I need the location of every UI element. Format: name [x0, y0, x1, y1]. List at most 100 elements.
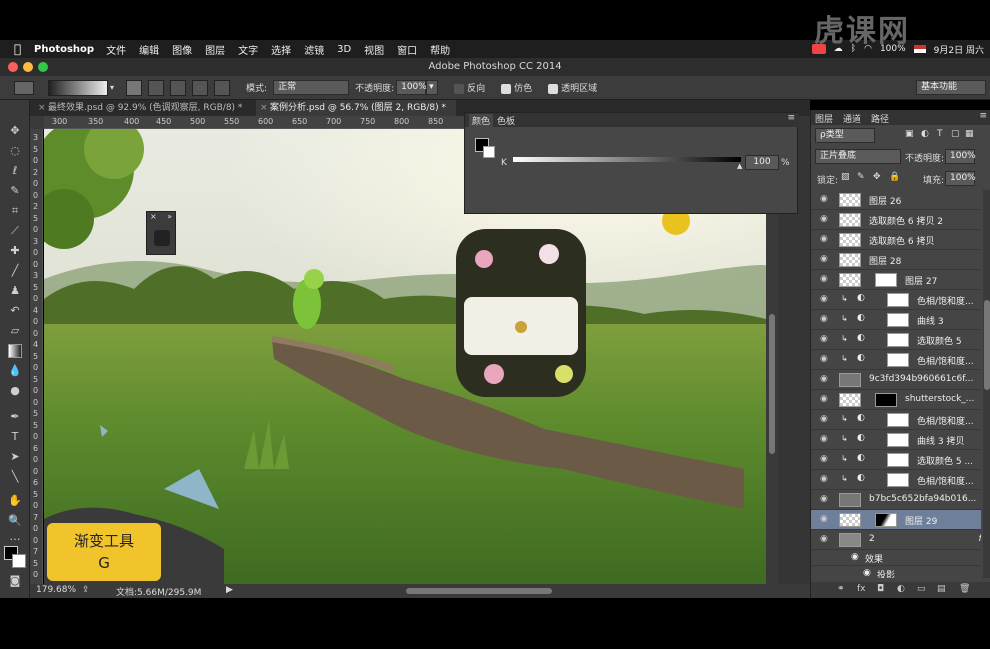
zoom-tool-icon[interactable]: 🔍 — [8, 514, 22, 528]
dither-checkbox[interactable] — [501, 83, 512, 94]
reverse-checkbox[interactable] — [454, 83, 465, 94]
hand-tool-icon[interactable]: ✋ — [8, 494, 22, 508]
layer-row[interactable]: ◉ ↳ ◐ 色相/饱和度... — [811, 410, 981, 430]
layer-mask-thumbnail[interactable] — [887, 453, 909, 467]
visibility-eye-icon[interactable]: ◉ — [820, 254, 828, 264]
eyedropper-tool-icon[interactable]: ⟋ — [8, 224, 22, 238]
tab-swatches[interactable]: 色板 — [497, 114, 515, 127]
layer-opacity-input[interactable]: 100% — [945, 149, 976, 164]
layer-row[interactable]: ◉ 图层 27 — [811, 270, 981, 290]
layer-row[interactable]: ◉ ↳ ◐ 选取颜色 5 ... — [811, 450, 981, 470]
layer-mask-thumbnail[interactable] — [887, 293, 909, 307]
mode-select[interactable]: 正常 — [273, 80, 350, 95]
visibility-eye-icon[interactable]: ◉ — [820, 314, 828, 324]
menu-type[interactable]: 文字 — [238, 42, 258, 57]
effects-eye-icon[interactable]: ◉ — [851, 552, 859, 562]
layer-row[interactable]: ◉ ↳ ◐ 曲线 3 拷贝 — [811, 430, 981, 450]
tab-paths[interactable]: 路径 — [871, 112, 889, 125]
color-panel-menu-icon[interactable]: ≡ — [787, 113, 795, 123]
k-slider[interactable] — [513, 157, 741, 162]
move-tool-icon[interactable]: ✥ — [8, 124, 22, 138]
layer-row[interactable]: ◉ shutterstock_... — [811, 390, 981, 410]
reflected-gradient-icon[interactable] — [192, 79, 209, 96]
new-group-icon[interactable]: ▭ — [917, 584, 926, 594]
lock-pixels-icon[interactable]: ▨ — [841, 172, 850, 182]
radial-gradient-icon[interactable] — [148, 79, 165, 96]
tab-channels[interactable]: 通道 — [843, 112, 861, 125]
menu-help[interactable]: 帮助 — [430, 42, 450, 57]
visibility-eye-icon[interactable]: ◉ — [820, 194, 828, 204]
layer-mask-thumbnail[interactable] — [887, 333, 909, 347]
vertical-scroll-thumb[interactable] — [769, 314, 775, 454]
brush-tool-icon[interactable]: ╱ — [8, 264, 22, 278]
healing-tool-icon[interactable]: ✚ — [8, 244, 22, 258]
close-tab-icon[interactable]: × — [260, 100, 268, 116]
angle-gradient-icon[interactable] — [170, 79, 187, 96]
visibility-eye-icon[interactable]: ◉ — [820, 354, 828, 364]
shadow-eye-icon[interactable]: ◉ — [863, 568, 871, 578]
layer-row[interactable]: ◉ 图层 29 — [811, 510, 981, 530]
gradient-picker-arrow-icon[interactable]: ▾ — [110, 83, 114, 92]
layer-row[interactable]: ◉ 图层 26 — [811, 190, 981, 210]
eraser-tool-icon[interactable]: ▱ — [8, 324, 22, 338]
zoom-level[interactable]: 179.68% — [36, 585, 76, 595]
layer-mask-thumbnail[interactable] — [875, 273, 897, 287]
k-value-input[interactable]: 100 — [745, 155, 779, 170]
visibility-eye-icon[interactable]: ◉ — [820, 394, 828, 404]
gradient-tool-preset-icon[interactable] — [14, 80, 34, 95]
menu-image[interactable]: 图像 — [172, 42, 192, 57]
filter-shape-icon[interactable]: ▢ — [951, 129, 960, 139]
layer-mask-thumbnail[interactable] — [887, 313, 909, 327]
share-icon[interactable]: ⇪ — [82, 585, 90, 595]
mini-panel-close-icon[interactable]: × — [150, 212, 157, 221]
menu-edit[interactable]: 编辑 — [139, 42, 159, 57]
blur-tool-icon[interactable]: 💧 — [8, 364, 22, 378]
mini-panel-tool-icon[interactable] — [154, 230, 170, 246]
layer-row[interactable]: ◉ ↳ ◐ 选取颜色 5 — [811, 330, 981, 350]
visibility-eye-icon[interactable]: ◉ — [820, 434, 828, 444]
visibility-eye-icon[interactable]: ◉ — [820, 474, 828, 484]
layer-row[interactable]: ◉ ↳ ◐ 色相/饱和度... — [811, 290, 981, 310]
layer-row[interactable]: ◉ 选取颜色 6 拷贝 2 — [811, 210, 981, 230]
delete-layer-icon[interactable]: 🗑 — [959, 584, 970, 594]
visibility-eye-icon[interactable]: ◉ — [820, 214, 828, 224]
apple-icon[interactable]:  — [14, 42, 28, 56]
layer-mask-thumbnail[interactable] — [887, 413, 909, 427]
transparency-checkbox[interactable] — [548, 83, 559, 94]
layer-filter-select[interactable]: ρ类型 — [815, 128, 875, 143]
blend-mode-select[interactable]: 正片叠底 — [815, 149, 901, 164]
menu-filter[interactable]: 滤镜 — [304, 42, 324, 57]
fx-icon[interactable]: fx — [857, 584, 866, 594]
pen-tool-icon[interactable]: ✒ — [8, 410, 22, 424]
workspace-select[interactable]: 基本功能 — [916, 80, 986, 95]
visibility-eye-icon[interactable]: ◉ — [820, 334, 828, 344]
layer-row[interactable]: ◉ ↳ ◐ 色相/饱和度... — [811, 350, 981, 370]
menu-app-name[interactable]: Photoshop — [34, 44, 94, 55]
layer-row[interactable]: ◉ ↳ ◐ 曲线 3 — [811, 310, 981, 330]
dodge-tool-icon[interactable]: ● — [8, 384, 22, 398]
tab-case-psd[interactable]: × 案例分析.psd @ 56.7% (图层 2, RGB/8) * — [256, 100, 456, 116]
effects-row[interactable]: ◉ 效果 — [811, 550, 981, 566]
drop-shadow-row[interactable]: ◉ 投影 — [811, 566, 981, 578]
tab-layers[interactable]: 图层 — [815, 112, 833, 125]
menu-3d[interactable]: 3D — [337, 44, 351, 55]
layer-row[interactable]: ◉ 选取颜色 6 拷贝 — [811, 230, 981, 250]
layer-mask-thumbnail[interactable] — [887, 473, 909, 487]
layer-row[interactable]: ◉ 9c3fd394b960661c6f... — [811, 370, 981, 390]
diamond-gradient-icon[interactable] — [214, 79, 231, 96]
zoom-window-button[interactable] — [38, 62, 48, 72]
path-select-tool-icon[interactable]: ➤ — [8, 450, 22, 464]
layer-row[interactable]: ◉fx2 — [811, 530, 981, 550]
shape-tool-icon[interactable]: ╲ — [8, 470, 22, 484]
history-brush-icon[interactable]: ↶ — [8, 304, 22, 318]
layer-mask-thumbnail[interactable] — [875, 393, 897, 407]
marquee-tool-icon[interactable]: ◌ — [8, 144, 22, 158]
linear-gradient-icon[interactable] — [126, 79, 143, 96]
background-color-swatch[interactable] — [12, 554, 26, 568]
link-layers-icon[interactable]: ⚭ — [837, 584, 845, 594]
gradient-tool-icon[interactable] — [8, 344, 22, 358]
filter-adjust-icon[interactable]: ◐ — [921, 129, 929, 139]
fill-input[interactable]: 100% — [945, 171, 976, 186]
opacity-input[interactable]: 100% — [396, 80, 427, 95]
menu-file[interactable]: 文件 — [106, 42, 126, 57]
